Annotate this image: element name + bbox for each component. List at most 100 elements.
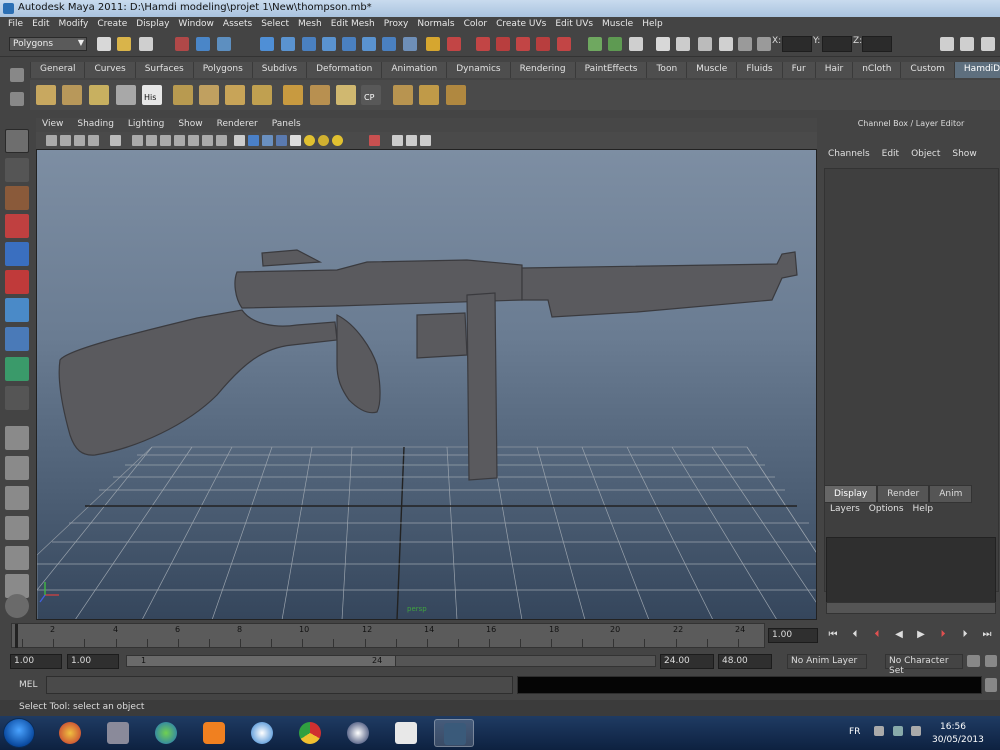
default-lighting-icon[interactable] [304,135,315,146]
menu-help[interactable]: Help [638,17,668,33]
transform-icon[interactable] [757,37,771,51]
menu-select[interactable]: Select [257,17,294,33]
xray-icon[interactable] [392,135,403,146]
taskbar-app-media-player[interactable] [146,719,186,747]
persp-hypershade-layout-icon[interactable] [5,546,29,570]
shadows-icon[interactable] [332,135,343,146]
taskbar-app-google-earth[interactable] [50,719,90,747]
layer-tab-display[interactable]: Display [824,485,878,503]
clock-time[interactable]: 16:56 [940,722,966,732]
single-perspective-layout-icon[interactable] [5,426,29,450]
menu-modify[interactable]: Modify [55,17,94,33]
panel-menu-renderer[interactable]: Renderer [211,118,266,132]
menu-window[interactable]: Window [174,17,219,33]
scale-tool-icon[interactable] [5,270,29,294]
panel-menu-view[interactable]: View [36,118,71,132]
animation-end-field[interactable]: 48.00 [718,654,772,669]
snap-point-icon[interactable] [302,37,316,51]
select-component-icon[interactable] [217,37,231,51]
channel-box-menu-show[interactable]: Show [946,149,982,159]
graph-editor-icon[interactable] [698,37,712,51]
dope-sheet-icon[interactable] [719,37,733,51]
time-slider[interactable]: 2 4 6 8 10 12 14 16 18 20 22 24 [11,623,765,648]
safe-title-icon[interactable] [202,135,213,146]
shelf-tab-rendering[interactable]: Rendering [509,62,575,78]
play-backwards-icon[interactable]: ◀ [892,629,906,643]
menu-file[interactable]: File [4,17,28,33]
current-time-marker[interactable] [15,624,18,648]
output-ops-icon[interactable] [382,37,396,51]
script-editor-button-icon[interactable] [985,678,997,692]
shelf-merge-icon[interactable] [116,85,136,105]
shelf-tab-fluids[interactable]: Fluids [736,62,782,78]
layout-icon[interactable] [940,37,954,51]
input-ops-icon[interactable] [362,37,376,51]
go-to-end-icon[interactable]: ⏭ [980,629,994,643]
hypershade-icon[interactable] [516,37,530,51]
x-field[interactable] [782,36,812,52]
shelf-tab-animation[interactable]: Animation [381,62,447,78]
menu-set-dropdown[interactable]: Polygons ▼ [9,37,87,51]
rotate-tool-icon[interactable] [5,242,29,266]
tray-expand-icon[interactable] [874,726,884,736]
taskbar-app-zbrush[interactable] [386,719,426,747]
isolate-select-icon[interactable] [369,135,380,146]
textured-icon[interactable] [276,135,287,146]
channel-box-menu-object[interactable]: Object [905,149,946,159]
volume-icon[interactable] [911,726,921,736]
persp-graph-layout-icon[interactable] [5,516,29,540]
menu-color[interactable]: Color [460,17,493,33]
clock-date[interactable]: 30/05/2013 [932,735,984,745]
input-language-indicator[interactable]: FR [849,727,860,737]
resolution-gate-icon[interactable] [146,135,157,146]
taskbar-app-xsplit[interactable] [338,719,378,747]
show-manipulator-icon[interactable] [5,357,29,381]
share-icon[interactable] [420,135,431,146]
layer-scrollbar[interactable] [826,602,996,614]
shelf-select-face-icon[interactable] [199,85,219,105]
channel-box-area[interactable] [824,168,999,592]
perspective-viewport[interactable]: persp [36,149,817,620]
shelf-tab-painteffects[interactable]: PaintEffects [574,62,647,78]
move-tool-icon[interactable] [5,214,29,238]
panel-toggle-icon[interactable] [981,37,995,51]
toolbox-toggle-icon[interactable] [960,37,974,51]
all-lights-icon[interactable] [318,135,329,146]
shelf-tab-hair[interactable]: Hair [814,62,853,78]
numeric-input-icon[interactable] [738,37,752,51]
menu-edit-mesh[interactable]: Edit Mesh [327,17,380,33]
shelf-cylinder-icon[interactable] [310,85,330,105]
four-view-layout-icon[interactable] [5,456,29,480]
shelf-tab-curves[interactable]: Curves [84,62,135,78]
smooth-shade-icon[interactable] [248,135,259,146]
command-input[interactable] [46,676,513,694]
2d-pan-zoom-icon[interactable] [88,135,99,146]
render-ipr-icon[interactable] [476,37,490,51]
select-tool-icon[interactable] [5,129,29,153]
anim-layer-dropdown[interactable]: No Anim Layer [787,654,867,669]
shelf-flatten-icon[interactable] [336,85,356,105]
panel-menu-lighting[interactable]: Lighting [122,118,172,132]
shelf-bevel-icon[interactable] [173,85,193,105]
playback-start-field[interactable]: 1.00 [67,654,119,669]
taskbar-app-ccleaner[interactable] [242,719,282,747]
shelf-tab-surfaces[interactable]: Surfaces [134,62,193,78]
quick-layout-icon[interactable] [5,594,29,618]
select-object-icon[interactable] [196,37,210,51]
shelf-combine-icon[interactable] [419,85,439,105]
render-region-icon[interactable] [557,37,571,51]
animation-preferences-icon[interactable] [985,655,997,667]
range-slider-handle[interactable]: 1 24 [126,655,396,667]
layer-menu-options[interactable]: Options [869,504,913,514]
taskbar-app-chrome[interactable] [290,719,330,747]
wireframe-on-shaded-icon[interactable] [262,135,273,146]
menu-normals[interactable]: Normals [413,17,459,33]
command-language-label[interactable]: MEL [19,680,37,690]
channel-box-menu-edit[interactable]: Edit [876,149,905,159]
shelf-tab-toon[interactable]: Toon [646,62,687,78]
menu-edit[interactable]: Edit [28,17,54,33]
shelf-tab-polygons[interactable]: Polygons [192,62,252,78]
field-chart-icon[interactable] [174,135,185,146]
menu-create[interactable]: Create [93,17,132,33]
shelf-cube-icon[interactable] [283,85,303,105]
